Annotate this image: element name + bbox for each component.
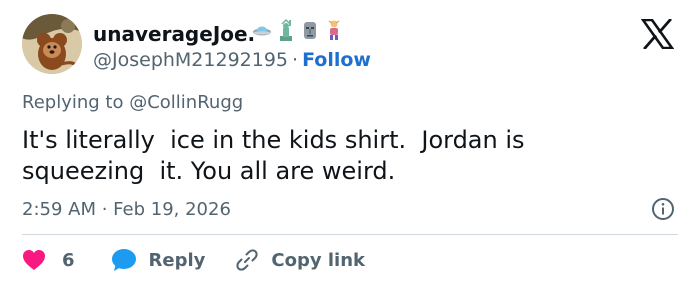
x-logo-icon[interactable] <box>641 19 674 49</box>
name-emoji-badges <box>252 19 344 41</box>
replying-to-label: Replying to <box>22 92 124 113</box>
reply-mention-link[interactable]: @CollinRugg <box>129 92 243 113</box>
reply-label: Reply <box>148 249 206 271</box>
handle-row: @JosephM21292195 · Follow <box>93 49 371 71</box>
tweet-text: It's literally ice in the kids shirt. Jo… <box>22 126 525 185</box>
reply-bubble-icon <box>111 249 136 271</box>
avatar-image <box>22 14 82 74</box>
user-handle[interactable]: @JosephM21292195 <box>93 49 288 71</box>
divider <box>22 234 678 235</box>
statue-of-liberty-icon <box>280 19 292 41</box>
link-icon <box>236 249 258 271</box>
moai-icon <box>304 22 316 39</box>
action-bar: 6 Reply Copy link <box>22 247 365 273</box>
heart-icon <box>23 250 45 270</box>
person-emoji-icon <box>328 20 340 40</box>
separator-dot: · <box>292 49 299 71</box>
ufo-emoji-icon <box>253 26 271 36</box>
tweet-timestamp[interactable]: 2:59 AM · Feb 19, 2026 <box>22 199 231 220</box>
like-button[interactable]: 6 <box>22 249 75 271</box>
reply-button[interactable]: Reply <box>111 248 206 272</box>
copy-link-label: Copy link <box>271 249 365 271</box>
avatar[interactable] <box>22 14 82 74</box>
info-icon[interactable] <box>651 197 675 221</box>
replying-to-line: Replying to @CollinRugg <box>22 92 243 113</box>
like-count: 6 <box>62 249 75 271</box>
display-name[interactable]: unaverageJoe. <box>93 22 255 46</box>
copy-link-button[interactable]: Copy link <box>235 248 365 272</box>
follow-button[interactable]: Follow <box>302 49 371 71</box>
